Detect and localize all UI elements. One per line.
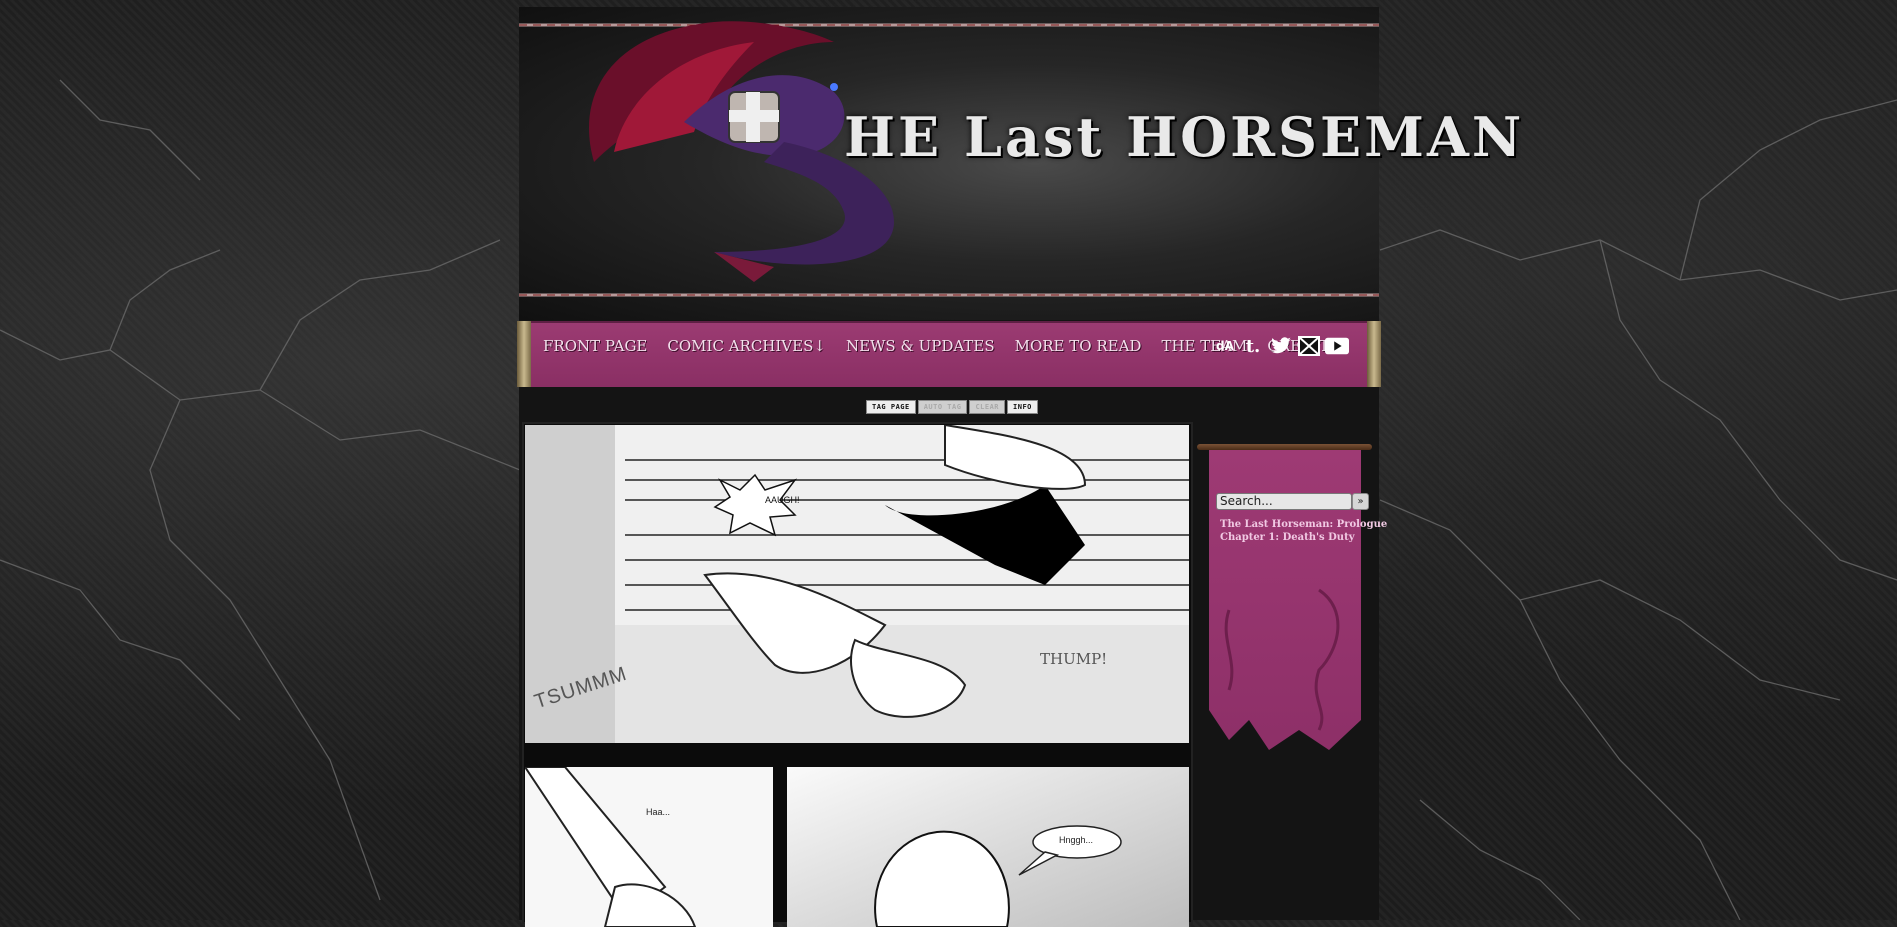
email-icon[interactable] xyxy=(1297,335,1321,357)
comic-panel-2: Haa... xyxy=(525,767,773,927)
auto-tag-button[interactable]: AUTO TAG xyxy=(917,400,968,414)
panel-2-art xyxy=(525,767,773,927)
nav-comic-archives[interactable]: COMIC ARCHIVES↓ xyxy=(667,337,826,355)
deviantart-icon[interactable]: dA xyxy=(1213,335,1237,357)
scroll-end-right xyxy=(1367,321,1381,387)
social-links: dA t. xyxy=(1213,335,1349,357)
sfx-aaugh: AAUGH! xyxy=(765,495,800,505)
panel-3-art xyxy=(787,767,1189,927)
panel-1-art xyxy=(525,425,1189,743)
site-header: HE Last HORSEMAN xyxy=(519,7,1521,320)
info-button[interactable]: INFO xyxy=(1007,400,1038,414)
site-title: HE Last HORSEMAN xyxy=(844,105,1525,169)
comic-page: AAUGH! TSUMMM THUMP! Haa... Hnggh... xyxy=(522,422,1193,927)
twitter-icon[interactable] xyxy=(1269,335,1293,357)
sidebar: Search... » The Last Horseman: Prologue … xyxy=(1197,432,1387,920)
sidebar-link-prologue[interactable]: The Last Horseman: Prologue xyxy=(1220,519,1387,530)
tag-page-button[interactable]: TAG PAGE xyxy=(866,400,916,414)
comic-panel-1: AAUGH! TSUMMM THUMP! xyxy=(525,425,1189,743)
speech-haa: Haa... xyxy=(646,807,671,817)
main-navigation: FRONT PAGE COMIC ARCHIVES↓ NEWS & UPDATE… xyxy=(517,321,1381,387)
speech-hnggh: Hnggh... xyxy=(1059,835,1094,845)
clear-button[interactable]: CLEAR xyxy=(969,400,1006,414)
sidebar-link-chapter-1[interactable]: Chapter 1: Death's Duty xyxy=(1220,532,1355,543)
comic-tag-toolbar: TAG PAGE AUTO TAG CLEAR INFO xyxy=(866,400,1038,414)
nav-more-to-read[interactable]: MORE TO READ xyxy=(1015,337,1142,355)
youtube-icon[interactable] xyxy=(1325,335,1349,357)
comic-panel-3: Hnggh... xyxy=(787,767,1189,927)
page-container: HE Last HORSEMAN FRONT PAGE COMIC ARCHIV… xyxy=(517,7,1521,927)
search-submit-button[interactable]: » xyxy=(1352,493,1369,510)
nav-front-page[interactable]: FRONT PAGE xyxy=(543,337,647,355)
tumblr-icon[interactable]: t. xyxy=(1241,335,1265,357)
nav-news-updates[interactable]: NEWS & UPDATES xyxy=(846,337,995,355)
scroll-end-left xyxy=(517,321,531,387)
sfx-thump: THUMP! xyxy=(1040,650,1108,668)
search-input[interactable]: Search... xyxy=(1216,493,1352,510)
